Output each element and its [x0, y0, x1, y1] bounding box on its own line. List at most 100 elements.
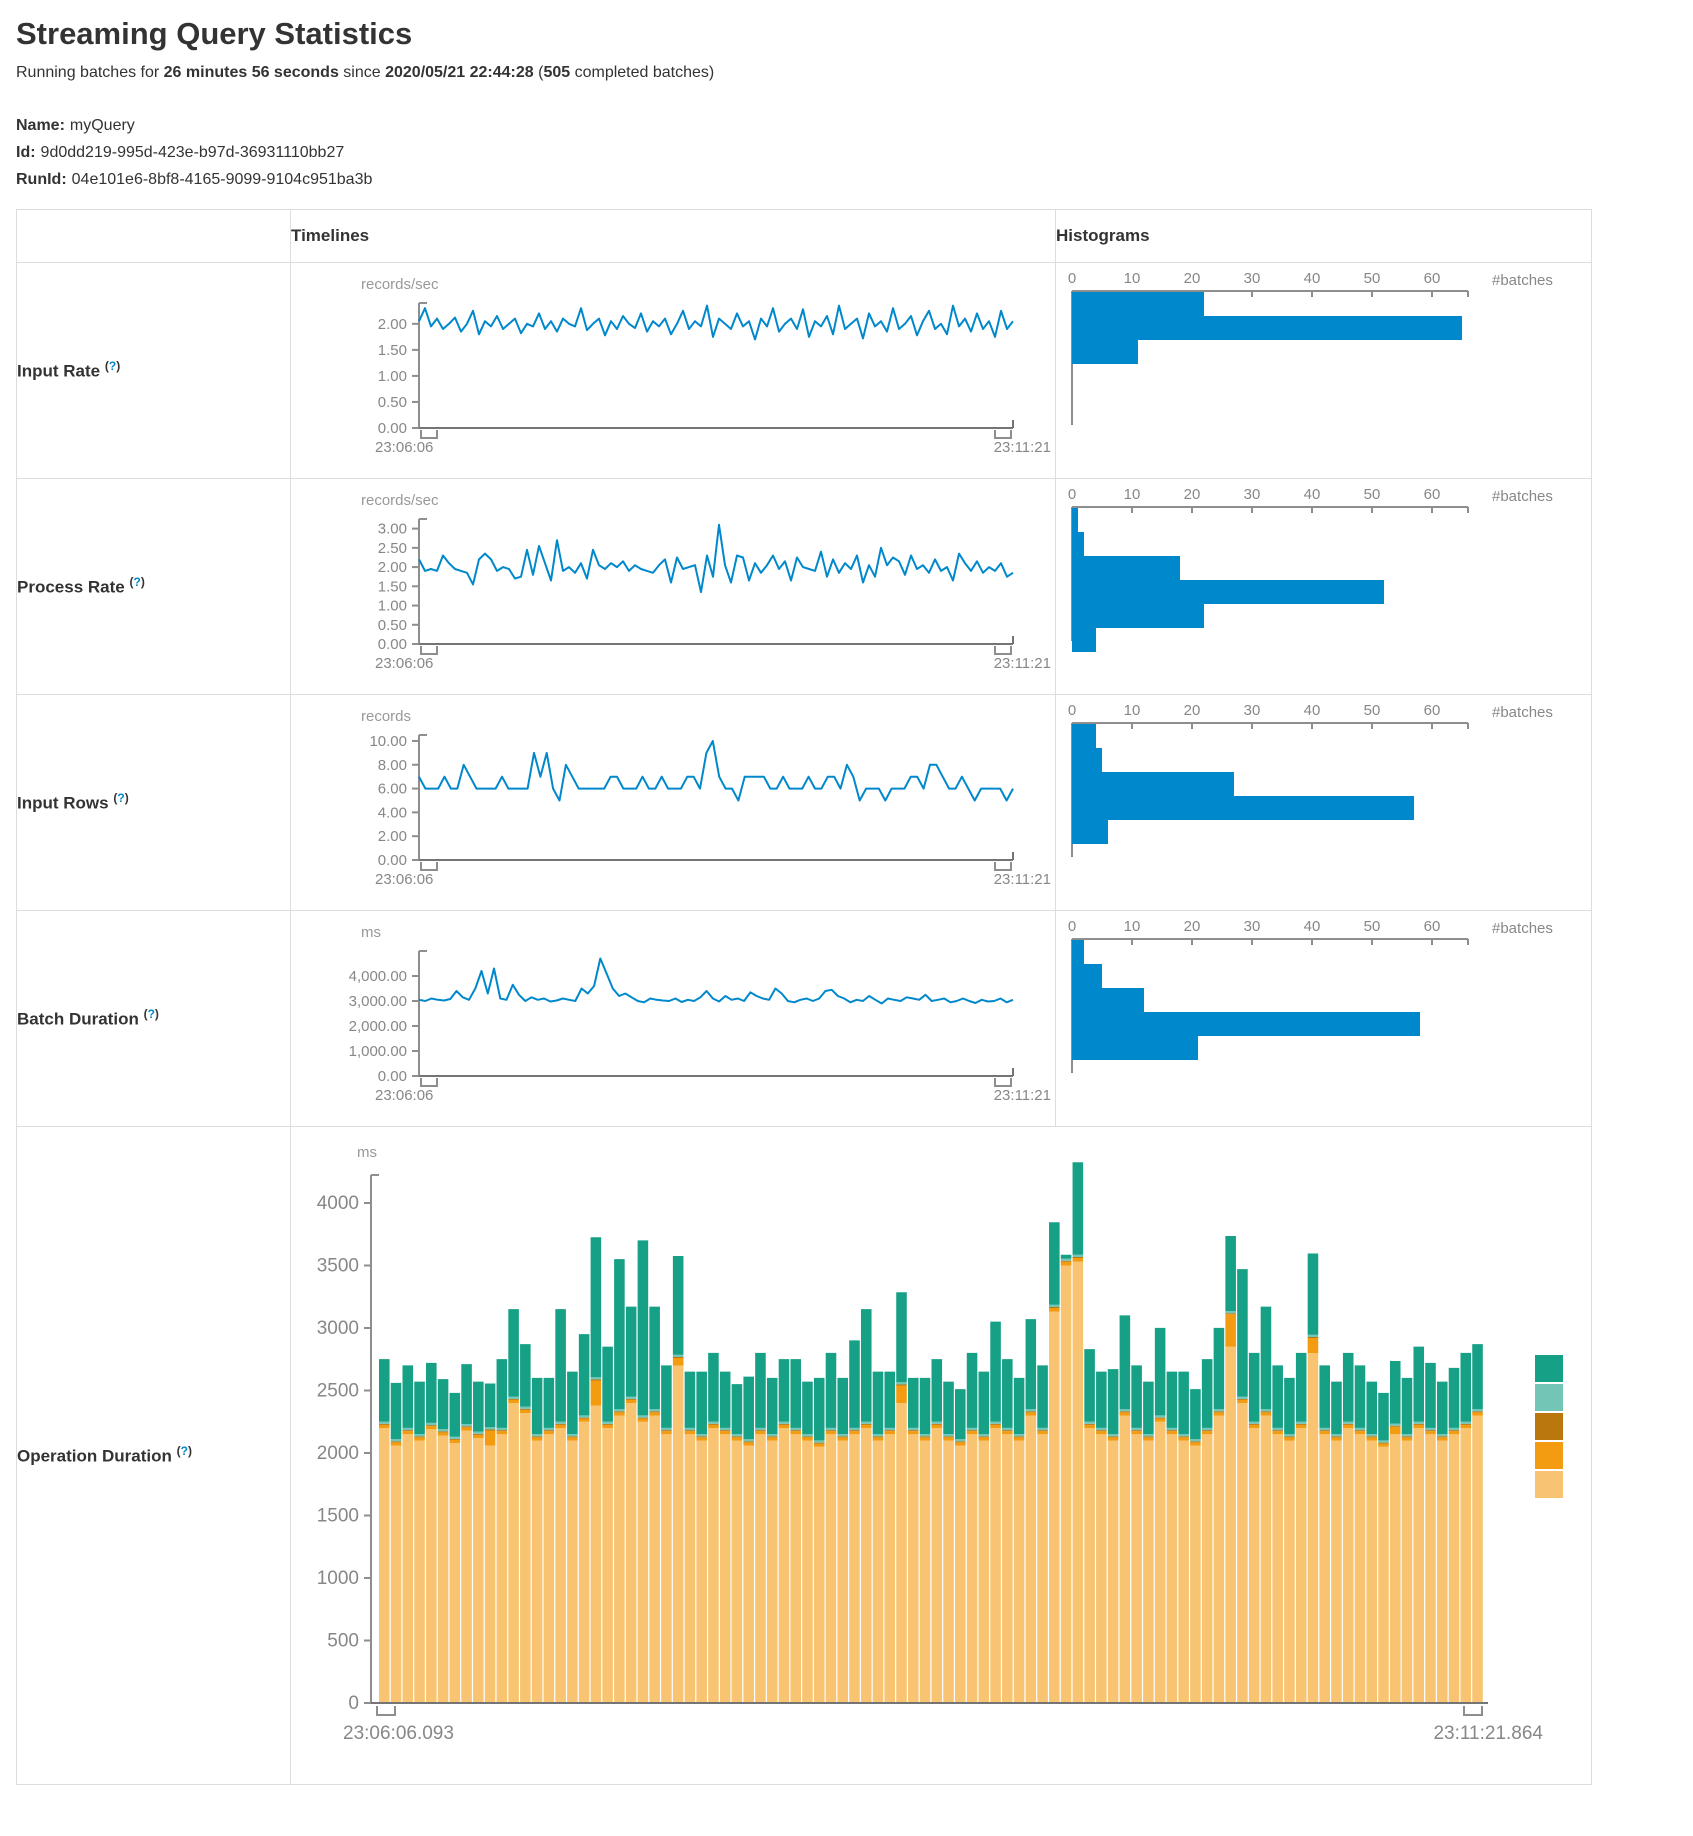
- svg-text:#batches: #batches: [1492, 920, 1553, 937]
- query-name-value: myQuery: [70, 117, 135, 134]
- svg-text:4.00: 4.00: [378, 804, 407, 821]
- histogram-svg: 0102030405060#batches: [1056, 263, 1592, 478]
- metric-label-operation-duration: Operation Duration: [17, 1447, 172, 1466]
- running-text: Running batches for: [16, 64, 164, 81]
- input-rows-timeline-chart: records10.008.006.004.002.000.0023:06:06…: [291, 695, 1055, 910]
- svg-text:30: 30: [1244, 270, 1261, 287]
- svg-text:10: 10: [1124, 918, 1141, 935]
- question-mark-icon: ?: [148, 1007, 155, 1021]
- svg-text:3.00: 3.00: [378, 521, 407, 538]
- svg-text:23:06:06: 23:06:06: [375, 1087, 433, 1104]
- svg-text:1500: 1500: [317, 1506, 359, 1527]
- help-icon[interactable]: (?): [177, 1444, 192, 1458]
- svg-text:0.50: 0.50: [378, 617, 407, 634]
- svg-text:40: 40: [1304, 486, 1321, 503]
- svg-text:0.00: 0.00: [378, 636, 407, 653]
- svg-text:50: 50: [1364, 918, 1381, 935]
- since-text: since: [339, 64, 385, 81]
- svg-text:23:06:06: 23:06:06: [375, 655, 433, 672]
- metric-label-input-rows: Input Rows: [17, 794, 109, 813]
- question-mark-icon: ?: [133, 575, 140, 589]
- svg-text:records/sec: records/sec: [361, 492, 439, 509]
- timeline-svg: records10.008.006.004.002.000.0023:06:06…: [291, 695, 1056, 910]
- runid-label: RunId:: [16, 171, 67, 188]
- stacked-bar-svg: ms4000350030002500200015001000500023:06:…: [291, 1127, 1592, 1784]
- help-icon[interactable]: (?): [129, 575, 144, 589]
- svg-text:50: 50: [1364, 486, 1381, 503]
- duration-text: 26 minutes 56 seconds: [164, 64, 339, 81]
- svg-text:3500: 3500: [317, 1256, 359, 1277]
- help-paren-close: ): [188, 1444, 192, 1458]
- metric-label-input-rate: Input Rate: [17, 362, 100, 381]
- name-label: Name:: [16, 117, 65, 134]
- svg-text:2.00: 2.00: [378, 559, 407, 576]
- svg-text:6.00: 6.00: [378, 781, 407, 798]
- svg-text:30: 30: [1244, 702, 1261, 719]
- svg-text:0: 0: [1068, 486, 1076, 503]
- help-icon[interactable]: (?): [113, 791, 128, 805]
- svg-text:#batches: #batches: [1492, 272, 1553, 289]
- query-id-value: 9d0dd219-995d-423e-b97d-36931110bb27: [41, 144, 345, 161]
- svg-text:20: 20: [1184, 486, 1201, 503]
- svg-text:50: 50: [1364, 270, 1381, 287]
- process-rate-histogram-chart: 0102030405060#batches: [1056, 479, 1591, 694]
- svg-text:23:11:21.864: 23:11:21.864: [1433, 1723, 1543, 1744]
- svg-text:2,000.00: 2,000.00: [349, 1018, 407, 1035]
- svg-text:ms: ms: [361, 924, 381, 941]
- svg-text:0.00: 0.00: [378, 852, 407, 869]
- svg-text:0.00: 0.00: [378, 1068, 407, 1085]
- completed-batches-count: 505: [543, 64, 570, 81]
- legend-swatch-5: [1535, 1471, 1563, 1498]
- timeline-svg: ms4,000.003,000.002,000.001,000.000.0023…: [291, 911, 1056, 1126]
- svg-text:2.00: 2.00: [378, 316, 407, 333]
- svg-text:4000: 4000: [317, 1193, 359, 1214]
- metric-label-cell-process-rate: Process Rate (?): [17, 479, 291, 695]
- timeline-svg: records/sec2.001.501.000.500.0023:06:062…: [291, 263, 1056, 478]
- svg-text:10: 10: [1124, 270, 1141, 287]
- histograms-header: Histograms: [1056, 210, 1592, 263]
- svg-text:20: 20: [1184, 270, 1201, 287]
- svg-text:30: 30: [1244, 486, 1261, 503]
- svg-text:23:06:06: 23:06:06: [375, 439, 433, 456]
- svg-text:1,000.00: 1,000.00: [349, 1043, 407, 1060]
- question-mark-icon: ?: [181, 1444, 188, 1458]
- svg-text:ms: ms: [357, 1144, 377, 1161]
- svg-text:2.00: 2.00: [378, 828, 407, 845]
- svg-text:2000: 2000: [317, 1443, 359, 1464]
- svg-text:records/sec: records/sec: [361, 276, 439, 293]
- help-icon[interactable]: (?): [105, 359, 120, 373]
- id-label: Id:: [16, 144, 36, 161]
- metric-label-cell-batch-duration: Batch Duration (?): [17, 911, 291, 1127]
- histogram-svg: 0102030405060#batches: [1056, 479, 1592, 694]
- help-paren-close: ): [125, 791, 129, 805]
- svg-text:23:11:21: 23:11:21: [994, 655, 1051, 672]
- svg-text:20: 20: [1184, 918, 1201, 935]
- svg-text:60: 60: [1424, 702, 1441, 719]
- svg-text:#batches: #batches: [1492, 704, 1553, 721]
- operation-duration-chart: ms4000350030002500200015001000500023:06:…: [291, 1127, 1591, 1784]
- svg-text:2.50: 2.50: [378, 540, 407, 557]
- legend-swatch-3: [1535, 1413, 1563, 1440]
- svg-text:23:11:21: 23:11:21: [994, 439, 1051, 456]
- paren-text: (: [534, 64, 544, 81]
- metric-label-cell-operation-duration: Operation Duration (?): [17, 1127, 291, 1785]
- corner-header-cell: [17, 210, 291, 263]
- svg-text:23:06:06: 23:06:06: [375, 871, 433, 888]
- help-icon[interactable]: (?): [144, 1007, 159, 1021]
- svg-text:23:11:21: 23:11:21: [994, 1087, 1051, 1104]
- svg-text:0.50: 0.50: [378, 394, 407, 411]
- query-meta: Name: myQuery Id: 9d0dd219-995d-423e-b97d-…: [16, 112, 1693, 193]
- svg-text:3,000.00: 3,000.00: [349, 993, 407, 1010]
- histogram-svg: 0102030405060#batches: [1056, 695, 1592, 910]
- svg-text:23:06:06.093: 23:06:06.093: [343, 1723, 454, 1744]
- query-id-line: Id: 9d0dd219-995d-423e-b97d-36931110bb27: [16, 139, 1693, 166]
- svg-text:500: 500: [327, 1631, 359, 1652]
- stats-table: Timelines Histograms Input Rate (?) reco…: [16, 209, 1592, 1785]
- svg-text:0: 0: [1068, 270, 1076, 287]
- input-rows-histogram-chart: 0102030405060#batches: [1056, 695, 1591, 910]
- svg-text:23:11:21: 23:11:21: [994, 871, 1051, 888]
- metric-label-process-rate: Process Rate: [17, 578, 125, 597]
- svg-text:50: 50: [1364, 702, 1381, 719]
- timeline-svg: records/sec3.002.502.001.501.000.500.002…: [291, 479, 1056, 694]
- svg-text:40: 40: [1304, 702, 1321, 719]
